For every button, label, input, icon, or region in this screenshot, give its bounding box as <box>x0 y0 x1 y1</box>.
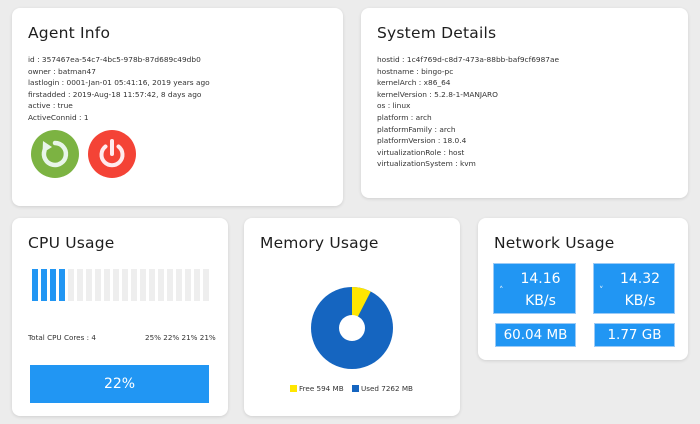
cpu-meter-segment <box>158 269 164 301</box>
network-upload-rate: ˄ 14.16 KB/s <box>493 263 576 314</box>
network-upload-value: 14.16 <box>520 271 561 287</box>
system-hostid: hostid : 1c4f769d-c8d7-473a-88bb-baf9cf6… <box>377 55 560 64</box>
cpu-meter-segment <box>167 269 173 301</box>
system-kernel-arch: kernelArch : x86_64 <box>377 78 451 88</box>
cpu-usage-total: 22% <box>30 365 209 403</box>
system-kernel-version: kernelVersion : 5.2.8-1-MANJARO <box>377 89 498 99</box>
system-details-list: hostid : 1c4f769d-c8d7-473a-88bb-baf9cf6… <box>377 54 559 170</box>
system-hostname: hostname : bingo-pc <box>377 66 454 76</box>
agent-owner: owner : batman47 <box>28 66 96 76</box>
system-platform-family: platformFamily : arch <box>377 124 456 134</box>
system-platform-version: platformVersion : 18.0.4 <box>377 136 467 146</box>
agent-active: active : true <box>28 101 73 111</box>
cpu-meter-segment <box>203 269 209 301</box>
cpu-usage-meter <box>32 269 209 301</box>
cpu-meter-segment <box>131 269 137 301</box>
cpu-meter-segment <box>68 269 74 301</box>
memory-free-label: Free 594 MB <box>299 384 344 393</box>
system-platform: platform : arch <box>377 112 432 122</box>
cpu-meter-segment <box>32 269 38 301</box>
memory-donut-hole <box>339 315 365 341</box>
cpu-meter-segment <box>194 269 200 301</box>
cpu-meter-segment <box>50 269 56 301</box>
cpu-meter-segment <box>77 269 83 301</box>
cpu-meter-segment <box>59 269 65 301</box>
cpu-meter-segment <box>95 269 101 301</box>
cpu-meter-segment <box>113 269 119 301</box>
cpu-meter-segment <box>41 269 47 301</box>
memory-free-swatch <box>290 385 297 392</box>
system-os: os : linux <box>377 101 411 111</box>
network-total-received-label: 1.77 GB <box>607 327 662 343</box>
agent-active-connid: ActiveConnid : 1 <box>28 112 89 122</box>
restart-button[interactable] <box>31 130 79 178</box>
agent-firstadded: firstadded : 2019-Aug-18 11:57:42, 8 day… <box>28 89 202 99</box>
system-details-card: System Details hostid : 1c4f769d-c8d7-47… <box>361 8 688 198</box>
restart-icon <box>41 140 69 168</box>
system-virtualization-role: virtualizationRole : host <box>377 147 465 157</box>
network-download-value: 14.32 <box>619 271 661 287</box>
network-download-unit: KB/s <box>624 293 656 309</box>
memory-legend-free: Free 594 MB <box>290 384 344 393</box>
cpu-usage-card: CPU Usage Total CPU Cores : 4 25% 22% 21… <box>12 218 228 416</box>
cpu-meter-segment <box>104 269 110 301</box>
memory-used-label: Used 7262 MB <box>361 384 413 393</box>
cpu-per-core-usage: 25% 22% 21% 21% <box>145 333 216 342</box>
chevron-down-icon: ˅ <box>599 286 604 296</box>
chevron-up-icon: ˄ <box>499 286 504 296</box>
power-button[interactable] <box>88 130 136 178</box>
network-total-sent-label: 60.04 MB <box>503 327 568 343</box>
memory-used-swatch <box>352 385 359 392</box>
cpu-meter-segment <box>140 269 146 301</box>
agent-info-card: Agent Info id : 357467ea-54c7-4bc5-978b-… <box>12 8 343 206</box>
cpu-meter-segment <box>149 269 155 301</box>
agent-info-details: id : 357467ea-54c7-4bc5-978b-87d689c49db… <box>28 54 210 124</box>
network-total-received: 1.77 GB <box>594 323 675 347</box>
cpu-total-cores: Total CPU Cores : 4 <box>28 333 96 342</box>
cpu-meter-segment <box>122 269 128 301</box>
cpu-usage-total-label: 22% <box>103 376 136 392</box>
network-upload-unit: KB/s <box>525 293 556 309</box>
network-total-sent: 60.04 MB <box>495 323 576 347</box>
agent-info-title: Agent Info <box>28 24 111 42</box>
power-icon <box>99 139 125 168</box>
agent-id: id : 357467ea-54c7-4bc5-978b-87d689c49db… <box>28 55 201 64</box>
agent-lastlogin: lastlogin : 0001-Jan-01 05:41:16, 2019 y… <box>28 78 210 88</box>
cpu-meter-segment <box>185 269 191 301</box>
system-virtualization-system: virtualizationSystem : kvm <box>377 159 476 169</box>
cpu-meter-segment <box>176 269 182 301</box>
memory-usage-card: Memory Usage Free 594 MB Used 7262 MB <box>244 218 460 416</box>
cpu-usage-title: CPU Usage <box>28 234 115 252</box>
network-download-rate: ˅ 14.32 KB/s <box>593 263 675 314</box>
network-usage-title: Network Usage <box>494 234 615 252</box>
system-details-title: System Details <box>377 24 497 42</box>
network-usage-card: Network Usage ˄ 14.16 KB/s ˅ 14.32 KB/s … <box>478 218 688 360</box>
cpu-meter-segment <box>86 269 92 301</box>
memory-legend-used: Used 7262 MB <box>352 384 413 393</box>
